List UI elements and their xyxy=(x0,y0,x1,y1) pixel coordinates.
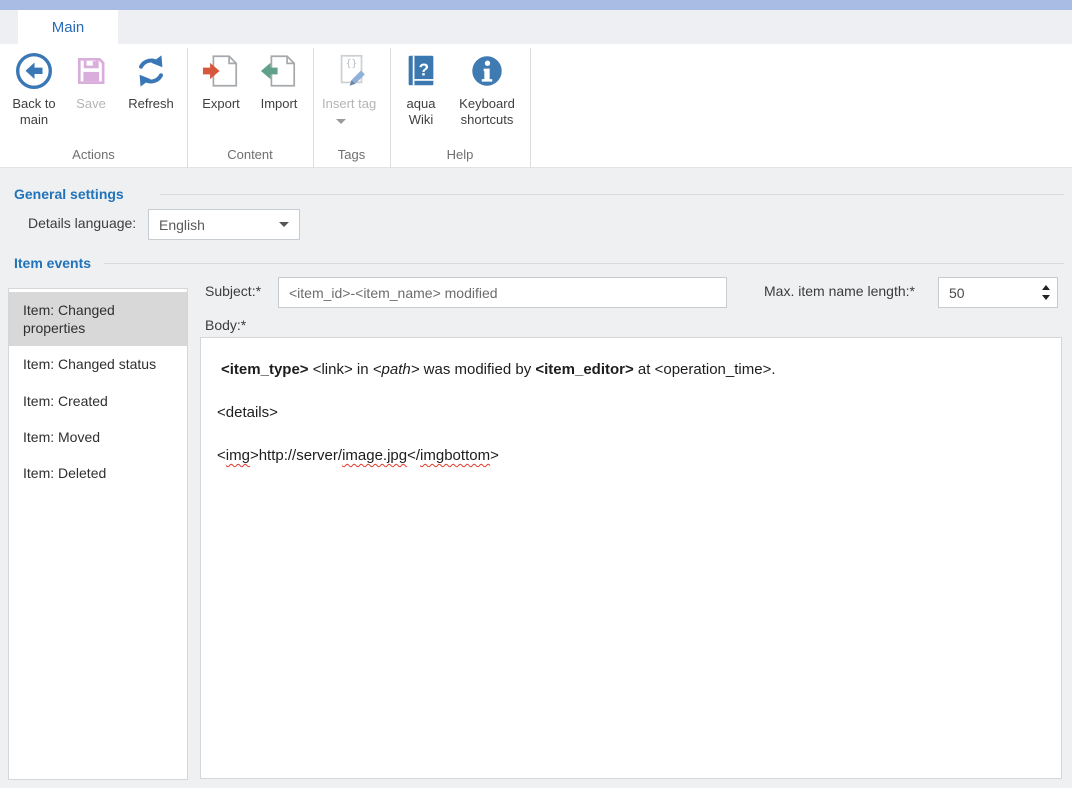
insert-tag-button[interactable]: {} Insert tag xyxy=(320,50,384,129)
body-line-3: <img>http://server/image.jpg</imgbottom> xyxy=(217,446,1045,466)
body-label: Body:* xyxy=(205,317,246,333)
insert-tag-label: Insert tag xyxy=(322,96,384,129)
keyboard-shortcuts-label: Keyboard shortcuts xyxy=(448,96,526,129)
svg-text:?: ? xyxy=(419,60,429,79)
ribbon-tab-bar: Main xyxy=(0,10,1072,44)
spinner-controls xyxy=(1035,278,1057,307)
ribbon: Back to main Save xyxy=(0,44,1072,168)
refresh-label: Refresh xyxy=(128,96,174,112)
details-language-dropdown[interactable]: English xyxy=(148,209,300,240)
max-item-name-length-label: Max. item name length:* xyxy=(764,283,915,299)
back-to-main-label: Back to main xyxy=(6,96,62,129)
section-divider xyxy=(160,194,1064,195)
list-item-moved[interactable]: Item: Moved xyxy=(9,419,187,455)
window-top-strip xyxy=(0,0,1072,10)
section-divider xyxy=(104,263,1064,264)
svg-text:{}: {} xyxy=(346,59,357,70)
subject-input[interactable] xyxy=(278,277,727,308)
list-item-created[interactable]: Item: Created xyxy=(9,383,187,419)
app-window: Main Back to main Save xyxy=(0,0,1072,788)
export-label: Export xyxy=(202,96,240,112)
subject-label: Subject:* xyxy=(205,283,261,299)
spin-down-icon[interactable] xyxy=(1042,295,1050,300)
save-button[interactable]: Save xyxy=(68,50,114,112)
import-label: Import xyxy=(261,96,298,112)
group-label-tags: Tags xyxy=(313,147,390,162)
chevron-down-icon xyxy=(279,222,289,227)
refresh-button[interactable]: Refresh xyxy=(122,50,180,112)
insert-tag-dropdown-caret-icon[interactable] xyxy=(336,119,346,124)
back-arrow-icon xyxy=(14,50,54,92)
max-item-name-length-stepper xyxy=(938,277,1058,308)
group-label-content: Content xyxy=(187,147,313,162)
group-label-actions: Actions xyxy=(0,147,187,162)
body-rich-text-editor[interactable]: <item_type> <link> in <path> was modifie… xyxy=(200,337,1062,779)
body-line-2: <details> xyxy=(217,403,1045,423)
wiki-book-icon: ? xyxy=(402,50,440,92)
item-events-list: Item: Changed properties Item: Changed s… xyxy=(8,288,188,780)
spin-up-icon[interactable] xyxy=(1042,285,1050,290)
item-events-heading: Item events xyxy=(14,255,91,271)
max-item-name-length-input[interactable] xyxy=(939,278,1035,307)
back-to-main-button[interactable]: Back to main xyxy=(6,50,62,129)
save-label: Save xyxy=(76,96,106,112)
keyboard-shortcuts-button[interactable]: Keyboard shortcuts xyxy=(448,50,526,129)
list-item-changed-properties[interactable]: Item: Changed properties xyxy=(9,292,187,346)
list-item-changed-status[interactable]: Item: Changed status xyxy=(9,346,187,382)
list-item-deleted[interactable]: Item: Deleted xyxy=(9,455,187,491)
import-document-icon xyxy=(257,50,301,92)
export-document-icon xyxy=(199,50,243,92)
body-line-1: <item_type> <link> in <path> was modifie… xyxy=(217,360,1045,380)
details-language-value: English xyxy=(159,217,279,233)
save-floppy-icon xyxy=(73,50,109,92)
aqua-wiki-label: aqua Wiki xyxy=(398,96,444,129)
info-circle-icon xyxy=(468,50,506,92)
insert-tag-icon: {} xyxy=(333,50,371,92)
export-button[interactable]: Export xyxy=(196,50,246,112)
import-button[interactable]: Import xyxy=(254,50,304,112)
tab-main[interactable]: Main xyxy=(18,10,118,44)
aqua-wiki-button[interactable]: ? aqua Wiki xyxy=(398,50,444,129)
settings-content: General settings Details language: Engli… xyxy=(0,168,1072,788)
refresh-icon xyxy=(132,50,170,92)
group-label-help: Help xyxy=(390,147,530,162)
general-settings-heading: General settings xyxy=(14,186,124,202)
details-language-label: Details language: xyxy=(28,215,136,231)
